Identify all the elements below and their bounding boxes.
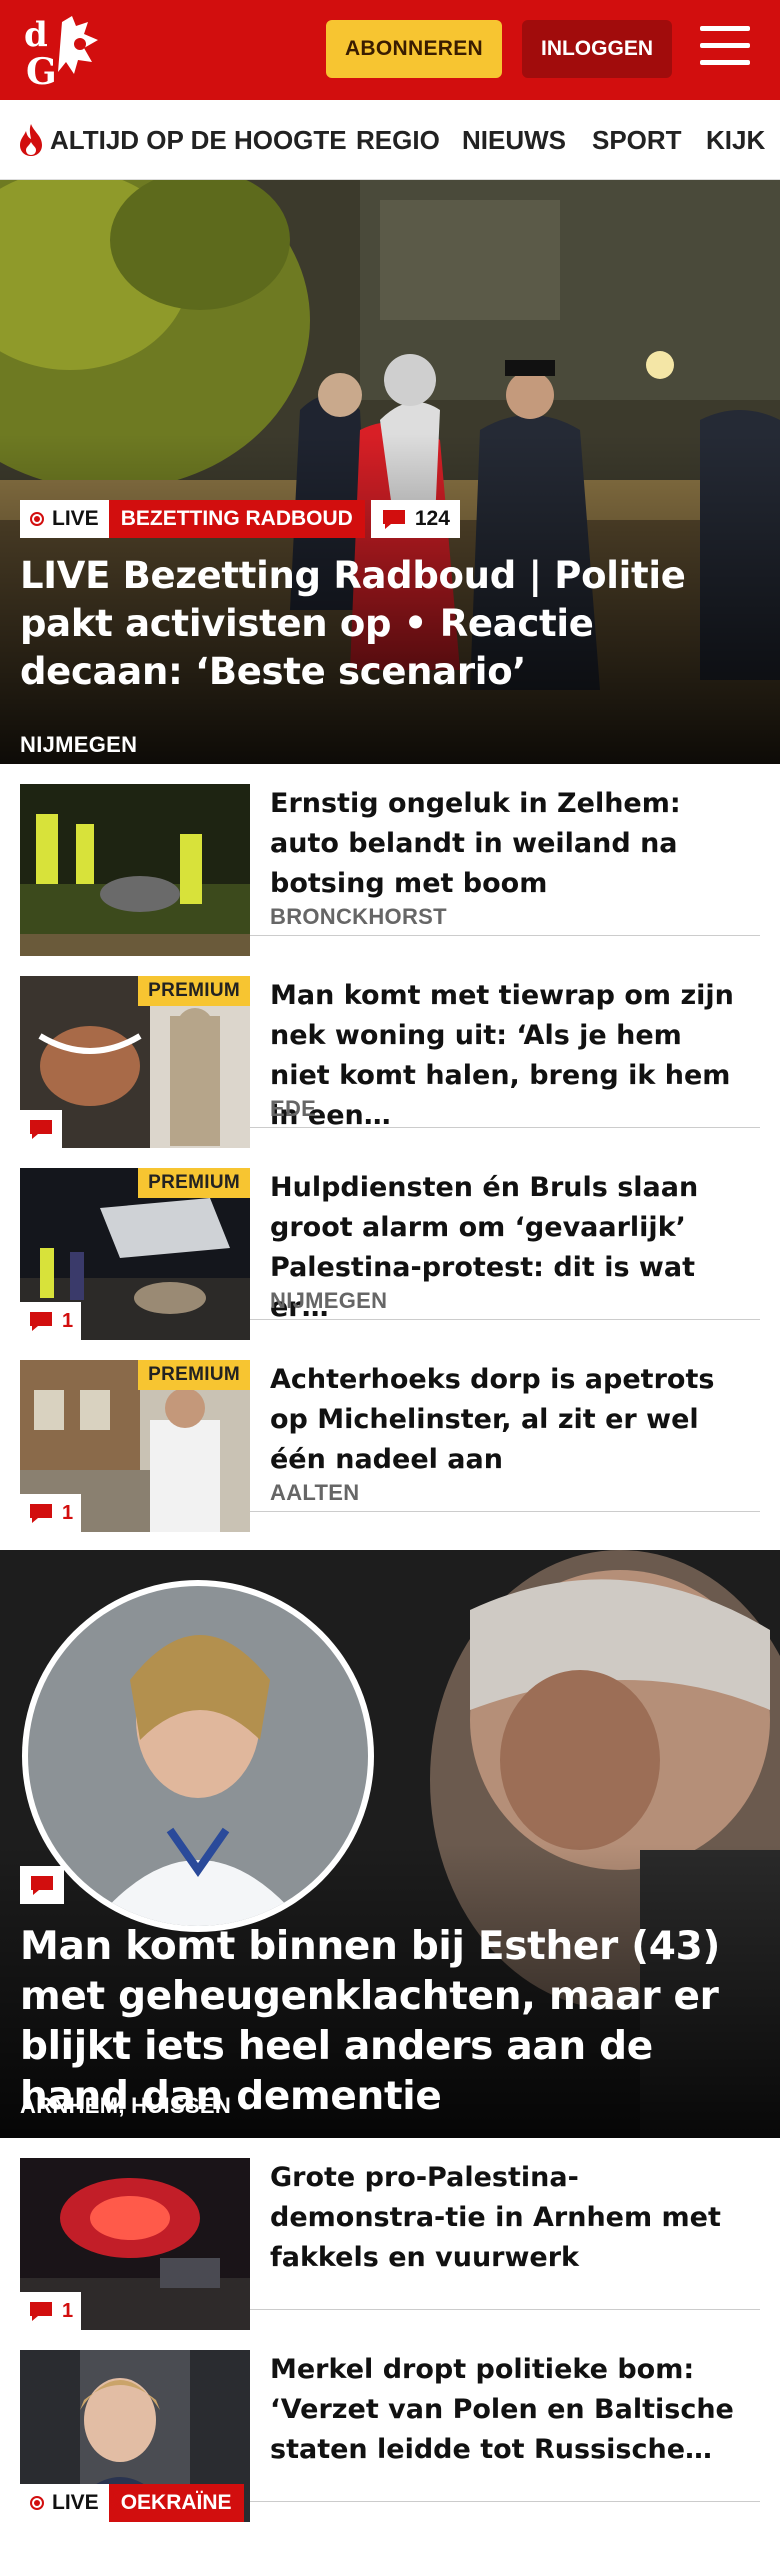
article-title: Man komt met tiewrap om zijn nek woning …	[270, 980, 734, 1131]
live-badge: LIVE	[20, 2484, 109, 2522]
feature-article[interactable]: Man komt binnen bij Esther (43) met gehe…	[0, 1550, 780, 2138]
premium-badge: PREMIUM	[138, 1360, 250, 1390]
article-thumbnail: LIVE OEKRAÏNE	[20, 2350, 250, 2522]
article-card[interactable]: 1 Grote pro-Palestina-demonstra-tie in A…	[20, 2138, 760, 2330]
login-button[interactable]: INLOGGEN	[522, 20, 672, 78]
comment-count: 124	[414, 507, 450, 530]
comment-icon	[30, 2302, 52, 2321]
article-card[interactable]: PREMIUM 1 Achterhoeks dorp is apetrots o…	[20, 1340, 760, 1532]
article-thumbnail: PREMIUM 1	[20, 1168, 250, 1340]
article-card[interactable]: LIVE OEKRAÏNE Merkel dropt politieke bom…	[20, 2330, 760, 2522]
nav-item-regio[interactable]: REGIO	[356, 100, 440, 179]
article-title: Ernstig ongeluk in Zelhem: auto belandt …	[270, 788, 681, 899]
comment-badge	[20, 1866, 64, 1904]
premium-badge: PREMIUM	[138, 1168, 250, 1198]
feature-title: Man komt binnen bij Esther (43) met gehe…	[20, 1924, 720, 2119]
hero-title[interactable]: LIVE Bezetting Radboud | Politie pakt ac…	[20, 552, 760, 696]
comment-icon	[382, 510, 405, 529]
premium-badge: PREMIUM	[138, 976, 250, 1006]
comment-icon	[30, 1120, 52, 1139]
article-location: BRONCKHORST	[270, 904, 447, 929]
comment-icon	[30, 1312, 52, 1331]
live-label: LIVE	[52, 2491, 99, 2514]
live-label: LIVE	[52, 507, 99, 530]
article-card[interactable]: PREMIUM Man komt met tiewrap om zijn nek…	[20, 956, 760, 1148]
top-bar: d G ABONNEREN INLOGGEN	[0, 0, 780, 100]
hero-location: NIJMEGEN	[20, 732, 138, 757]
nav-item-nieuws[interactable]: NIEUWS	[462, 100, 566, 179]
article-thumbnail	[20, 784, 250, 956]
comment-icon	[31, 1876, 53, 1895]
comment-count: 1	[62, 2299, 74, 2322]
article-thumbnail: PREMIUM 1	[20, 1360, 250, 1532]
article-title: Grote pro-Palestina-demonstra-tie in Arn…	[270, 2162, 721, 2273]
article-card[interactable]: Ernstig ongeluk in Zelhem: auto belandt …	[20, 764, 760, 956]
article-location: NIJMEGEN	[270, 1288, 388, 1313]
article-title: Achterhoeks dorp is apetrots op Michelin…	[270, 1364, 715, 1475]
nav-item-sport[interactable]: SPORT	[592, 100, 682, 179]
hamburger-icon[interactable]	[700, 26, 750, 70]
article-thumbnail: PREMIUM	[20, 976, 250, 1148]
section-nav: ALTIJD OP DE HOOGTE REGIO NIEUWS SPORT K…	[0, 100, 780, 180]
comment-count: 1	[62, 1501, 74, 1524]
nav-item-altijd-op-de-hoogte[interactable]: ALTIJD OP DE HOOGTE	[16, 100, 347, 179]
live-dot-icon	[30, 2496, 44, 2510]
comment-icon	[30, 1504, 52, 1523]
article-location: EDE	[270, 1096, 317, 1121]
subscribe-button[interactable]: ABONNEREN	[326, 20, 502, 78]
feature-location: ARNHEM, HUISSEN	[20, 2093, 232, 2118]
flame-icon	[20, 124, 42, 156]
article-title: Merkel dropt politieke bom: ‘Verzet van …	[270, 2354, 734, 2465]
dg-logo[interactable]: d G	[22, 14, 114, 88]
nav-label: ALTIJD OP DE HOOGTE	[50, 124, 347, 155]
article-location: AALTEN	[270, 1480, 360, 1505]
live-dot-icon	[30, 512, 44, 526]
article-card[interactable]: PREMIUM 1 Hulpdiensten én Bruls slaan gr…	[20, 1148, 760, 1340]
nav-item-kijk[interactable]: KIJK	[706, 100, 765, 179]
comment-count: 1	[62, 1309, 74, 1332]
comment-count-badge[interactable]: 124	[370, 500, 460, 538]
svg-text:d: d	[24, 15, 48, 55]
topic-tag[interactable]: OEKRAÏNE	[108, 2484, 244, 2522]
svg-text:G: G	[26, 51, 57, 88]
comment-badge	[20, 1110, 62, 1148]
article-thumbnail: 1	[20, 2158, 250, 2330]
live-badge: LIVE	[20, 500, 109, 538]
topic-tag[interactable]: BEZETTING RADBOUD	[108, 500, 365, 538]
comment-badge: 1	[20, 2292, 82, 2330]
hero-article[interactable]: LIVE BEZETTING RADBOUD 124 LIVE Bezettin…	[0, 180, 780, 764]
comment-badge: 1	[20, 1302, 82, 1340]
comment-badge: 1	[20, 1494, 82, 1532]
